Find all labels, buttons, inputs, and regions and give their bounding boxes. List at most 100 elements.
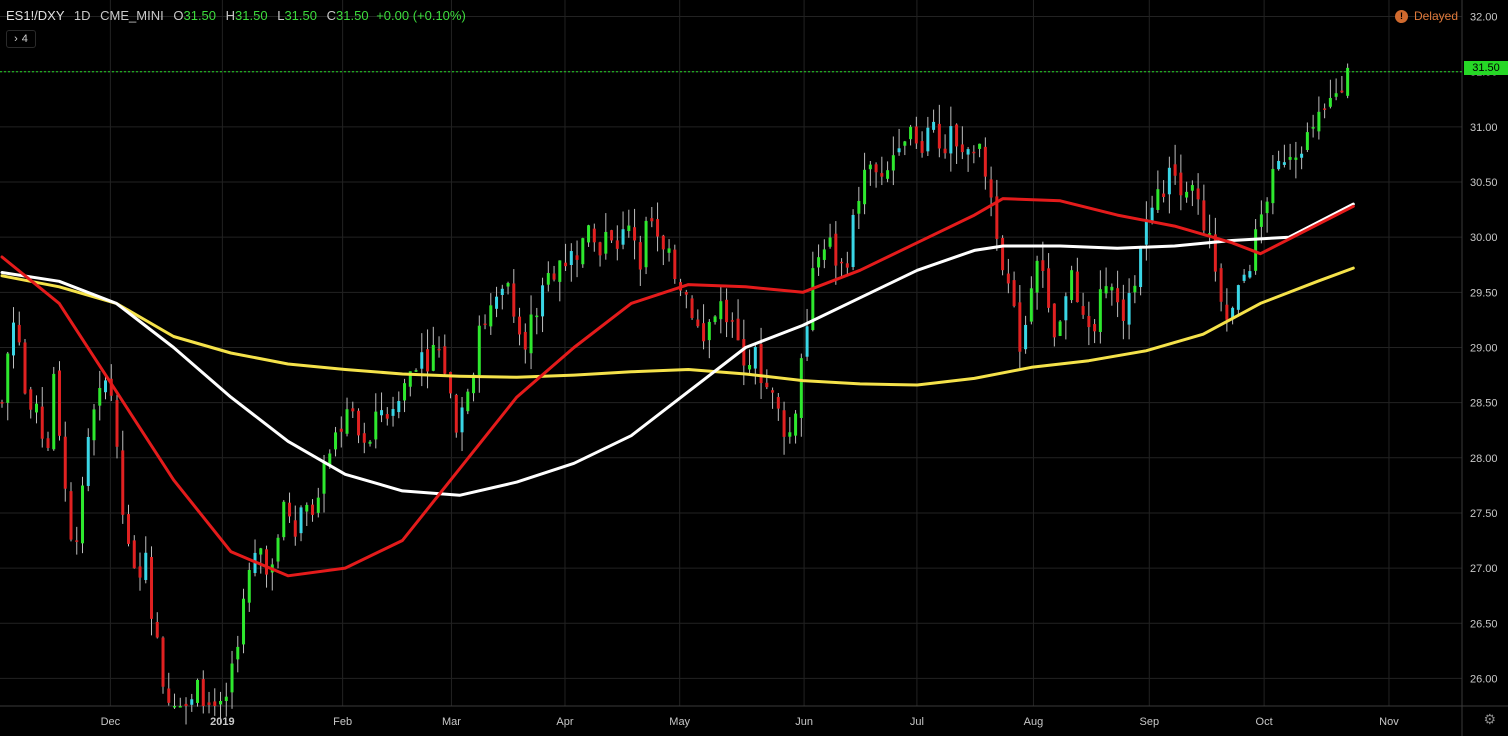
candle-body [454,394,458,433]
candle-body [644,220,648,268]
candle-body [1098,289,1102,332]
candle-body [259,548,263,555]
price-chart[interactable]: 26.00 26.50 27.00 27.50 28.00 28.50 29.00 29.50… [0,0,1508,736]
candle-body [1139,247,1143,288]
y-tick-label: 26.50 [1470,618,1498,630]
candle-body [523,331,527,350]
candle-body [880,173,884,177]
candle-body [1271,168,1275,204]
candle-body [247,569,251,603]
candle-body [834,233,838,266]
candle-body [1277,160,1281,170]
candle-body [1328,97,1332,107]
candle-body [546,273,550,285]
candle-body [431,344,435,371]
candle-body [633,227,637,241]
candle-body [178,706,182,708]
candle-body [765,382,769,388]
candle-body [426,349,430,372]
candle-body [1058,321,1062,336]
candle-body [1288,157,1292,160]
source-label: CME_MINI [100,8,164,23]
candle-body [385,414,389,419]
candle-body [1219,268,1223,302]
x-tick-label: Sep [1139,716,1159,728]
delayed-status[interactable]: ! Delayed [1394,9,1458,23]
candle-body [322,462,326,494]
candle-body [460,407,464,433]
candle-body [477,325,481,376]
candle-body [6,353,10,403]
candle-body [403,383,407,401]
candle-body [81,485,85,544]
moving-average-line-3 [0,197,1355,578]
candle-body [707,321,711,341]
candle-body [1179,172,1183,196]
candle-body [190,699,194,705]
candle-body [857,200,861,214]
candle-body [903,141,907,146]
indicators-toggle-button[interactable]: › 4 [6,30,36,48]
candle-body [690,298,694,319]
candle-body [891,155,895,171]
y-tick-label: 31.00 [1470,122,1498,134]
candle-body [1282,162,1286,165]
candle-body [776,397,780,409]
indicator-count: 4 [21,33,28,45]
candle-body [224,696,228,702]
candle-body [1248,271,1252,278]
candle-body [897,148,901,153]
x-tick-label: Jul [910,716,924,728]
candle-body [1305,132,1309,150]
candle-body [684,291,688,295]
candle-body [592,228,596,243]
candle-body [1127,293,1131,325]
candle-body [817,257,821,268]
y-tick-label: 32.00 [1470,12,1498,24]
candle-body [1047,268,1051,308]
candle-body [311,504,315,515]
candle-body [851,214,855,268]
candle-body [150,557,154,619]
candle-body [69,491,73,540]
candle-body [173,706,177,708]
candle-body [23,342,27,394]
candle-body [1167,167,1171,195]
interval-label[interactable]: 1D [74,8,91,23]
candle-body [1121,299,1125,321]
candle-body [115,400,119,447]
candle-body [874,164,878,173]
candle-body [1225,304,1229,320]
candle-body [500,288,504,295]
candle-body [604,231,608,254]
candle-body [621,229,625,245]
candle-body [541,285,545,317]
candle-body [943,148,947,154]
candle-body [196,679,200,703]
candle-body [1064,296,1068,321]
candle-body [1162,193,1166,198]
candle-body [863,169,867,205]
candle-body [1041,260,1045,272]
candle-body [719,301,723,320]
x-tick-label: Apr [556,716,573,728]
candle-body [529,314,533,354]
candle-body [656,219,660,237]
candle-body [575,255,579,260]
candle-body [276,537,280,562]
candle-body [696,319,700,327]
candle-body [362,433,366,443]
candle-body [1323,108,1327,110]
candle-body [598,242,602,256]
candle-body [121,450,125,515]
gear-icon[interactable]: ⚙ [1483,711,1496,728]
candle-body [1259,214,1263,227]
x-tick-label: Mar [442,716,461,728]
delayed-label: Delayed [1413,9,1458,23]
candle-body [805,326,809,357]
candle-body [466,391,470,412]
high-label: H [225,8,236,23]
candle-body [12,322,16,356]
open-label: O [173,8,184,23]
symbol-label[interactable]: ES1!/DXY [6,8,64,23]
